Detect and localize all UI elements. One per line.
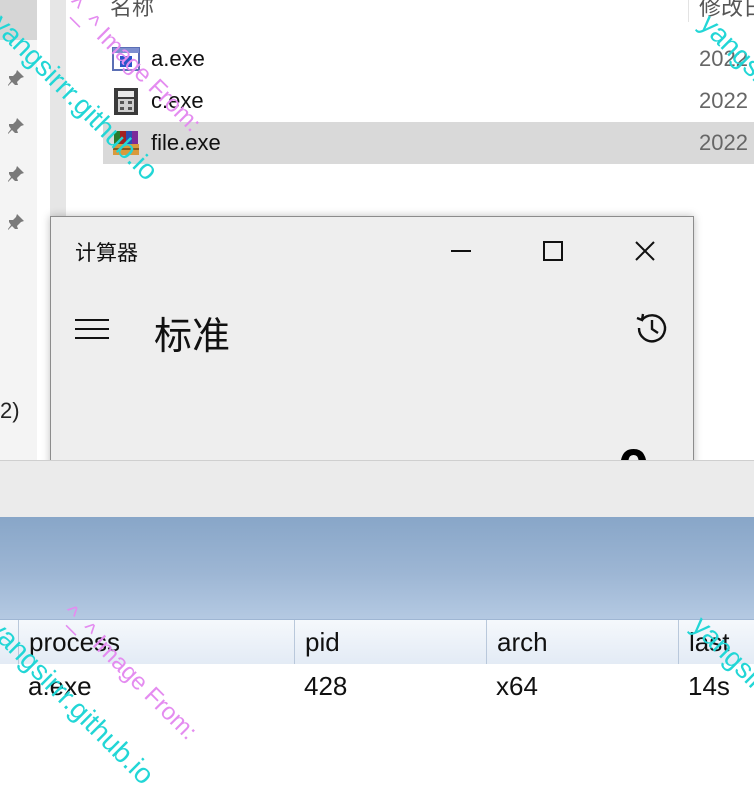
pin-icon [8, 118, 24, 134]
close-button[interactable] [622, 231, 668, 271]
close-icon [635, 241, 655, 261]
file-row[interactable]: a.exe 2022 [103, 38, 754, 80]
nav-item-label: 2) [0, 398, 20, 423]
calculator-icon [114, 88, 138, 115]
file-date: 2022 [699, 130, 748, 155]
hamburger-menu-icon[interactable] [75, 317, 109, 341]
file-row-selected[interactable]: file.exe 2022 [103, 122, 754, 164]
calculator-mode-title: 标准 [154, 316, 231, 358]
maximize-button[interactable] [530, 231, 576, 271]
pin-icon [8, 166, 24, 182]
maximize-icon [543, 241, 563, 261]
toolbar-strip [0, 460, 754, 518]
minimize-icon [451, 250, 471, 252]
history-icon[interactable] [634, 310, 670, 346]
calculator-window: 计算器 标准 0 [50, 216, 694, 497]
column-header-arch[interactable]: arch [486, 620, 678, 664]
column-header-pid[interactable]: pid [294, 620, 486, 664]
cell-pid: 428 [304, 671, 348, 701]
pin-icon [8, 214, 24, 230]
minimize-button[interactable] [438, 231, 484, 271]
column-header-name[interactable]: 名称 [110, 0, 154, 22]
column-header-process[interactable]: process [18, 620, 294, 664]
cell-arch: x64 [496, 671, 538, 701]
pin-icon [8, 70, 24, 86]
file-name: a.exe [151, 46, 205, 71]
window-title: 计算器 [75, 242, 138, 265]
file-date: 2022 [699, 88, 748, 113]
header-band [0, 517, 754, 619]
